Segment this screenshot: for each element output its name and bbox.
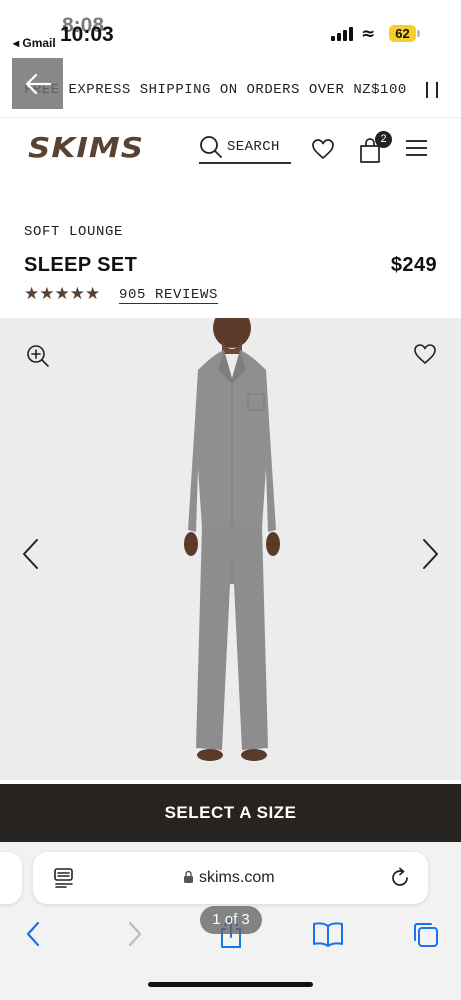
product-price: $249 bbox=[390, 254, 437, 276]
reviews-link[interactable]: 905 REVIEWS bbox=[119, 287, 219, 304]
product-title: SLEEP SET bbox=[24, 254, 138, 276]
search-button[interactable]: SEARCH bbox=[199, 134, 291, 164]
battery-icon: 62 bbox=[389, 25, 416, 42]
promo-banner: FREE EXPRESS SHIPPING ON ORDERS OVER NZ$… bbox=[0, 58, 461, 118]
page-indicator: 1 of 3 bbox=[200, 906, 262, 934]
pause-icon[interactable] bbox=[425, 82, 439, 98]
url-text: skims.com bbox=[199, 869, 275, 886]
chevron-left-icon[interactable] bbox=[21, 538, 41, 570]
reload-icon[interactable] bbox=[389, 867, 411, 889]
product-image-gallery[interactable] bbox=[0, 318, 461, 780]
status-bar: 8:08 10:03 ◂ Gmail ≈ 62 bbox=[0, 0, 461, 58]
arrow-left-icon bbox=[25, 73, 51, 94]
tabs-icon[interactable] bbox=[411, 920, 441, 950]
address-bar[interactable]: skims.com bbox=[33, 852, 428, 904]
promo-text: FREE EXPRESS SHIPPING ON ORDERS OVER NZ$… bbox=[24, 82, 407, 98]
search-icon bbox=[200, 136, 222, 158]
select-size-label: SELECT A SIZE bbox=[164, 803, 297, 822]
chevron-right-icon[interactable] bbox=[420, 538, 440, 570]
forward-icon[interactable] bbox=[124, 920, 144, 948]
zoom-in-icon[interactable] bbox=[26, 344, 50, 368]
back-to-app-link[interactable]: ◂ Gmail bbox=[13, 36, 56, 50]
lock-icon bbox=[184, 870, 193, 883]
cart-count-badge: 2 bbox=[375, 131, 392, 148]
star-rating-icons: ★★★★★ bbox=[24, 284, 101, 304]
reader-icon[interactable] bbox=[53, 867, 75, 889]
cart-button[interactable]: 2 bbox=[358, 131, 392, 163]
home-indicator[interactable] bbox=[148, 982, 313, 987]
site-header: SKIMS SEARCH 2 bbox=[0, 118, 461, 190]
back-icon[interactable] bbox=[24, 920, 44, 948]
heart-icon[interactable] bbox=[311, 138, 335, 160]
battery-tip bbox=[417, 30, 420, 37]
bookmarks-icon[interactable] bbox=[312, 920, 344, 948]
browser-toolbar: skims.com 1 of 3 bbox=[0, 842, 461, 1000]
wishlist-heart-icon[interactable] bbox=[413, 343, 437, 365]
status-time: 10:03 bbox=[60, 23, 114, 46]
vpn-icon: ≈ bbox=[361, 24, 376, 44]
product-photo bbox=[184, 318, 280, 761]
previous-tab-peek[interactable] bbox=[0, 852, 22, 904]
select-size-button[interactable]: SELECT A SIZE bbox=[0, 784, 461, 842]
product-collection: SOFT LOUNGE bbox=[24, 224, 124, 240]
cellular-signal-icon bbox=[331, 27, 355, 41]
search-label: SEARCH bbox=[227, 139, 280, 155]
menu-icon[interactable] bbox=[406, 140, 427, 157]
skims-logo[interactable]: SKIMS bbox=[28, 132, 144, 164]
back-arrow-button[interactable] bbox=[12, 58, 63, 109]
